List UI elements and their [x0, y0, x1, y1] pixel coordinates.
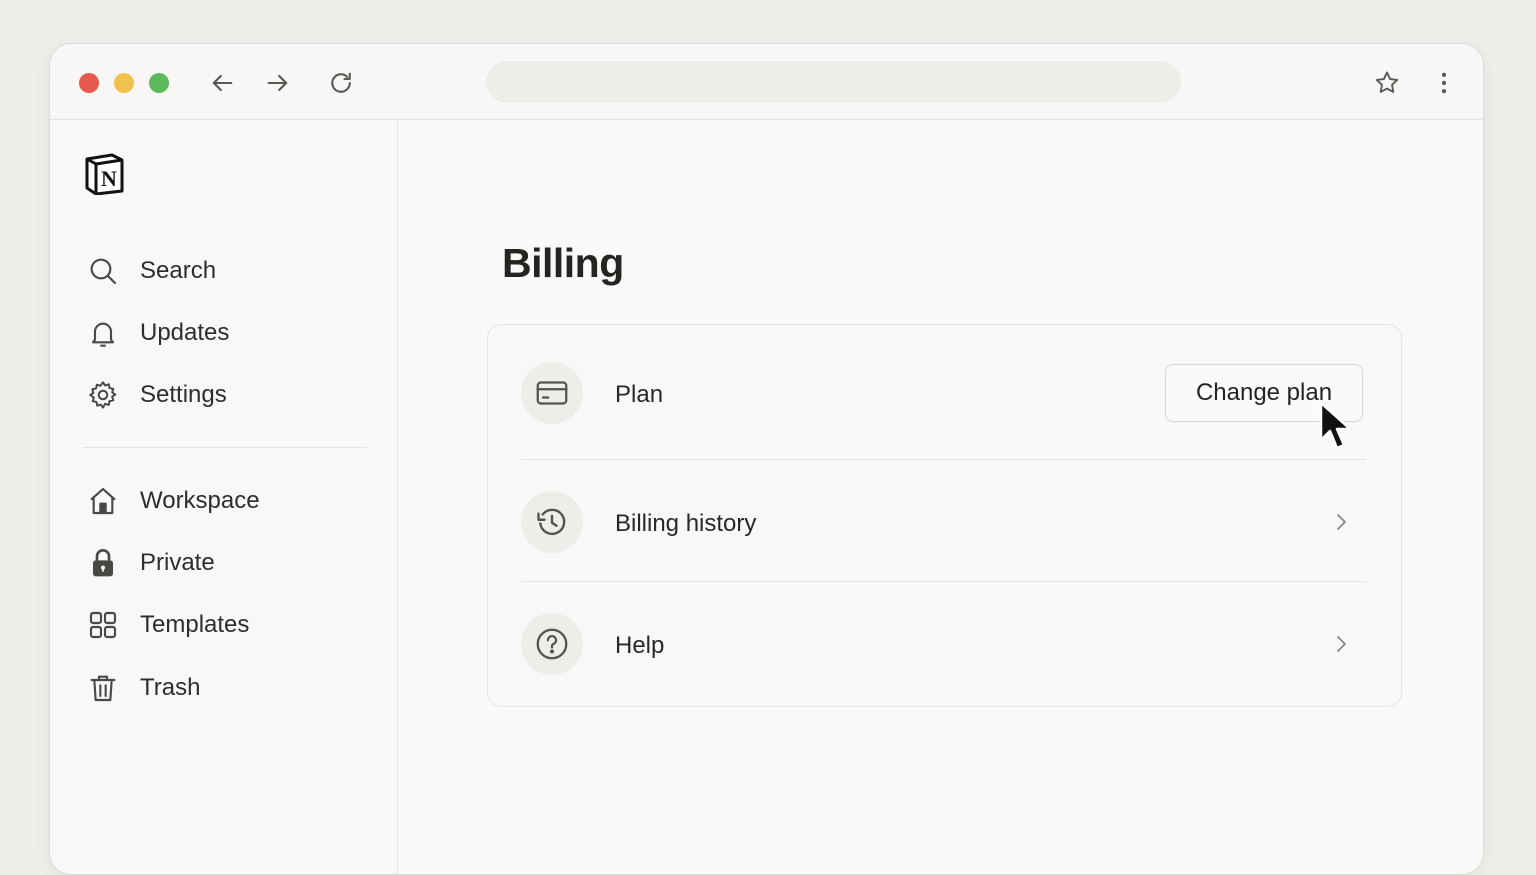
browser-window: N Search Updates Settings Workspace Priv… — [49, 43, 1484, 875]
address-bar[interactable] — [486, 61, 1181, 103]
row-label: Help — [615, 632, 665, 659]
billing-card: Plan Change plan Billing history Help — [487, 324, 1402, 707]
svg-text:N: N — [101, 166, 117, 191]
icon-badge — [521, 491, 583, 553]
sidebar-item-updates[interactable]: Updates — [80, 310, 370, 356]
bell-icon — [86, 316, 120, 350]
search-icon — [86, 254, 120, 288]
reload-button[interactable] — [326, 68, 356, 98]
star-icon — [1375, 71, 1399, 93]
sidebar-item-settings[interactable]: Settings — [80, 372, 370, 418]
row-label: Billing history — [615, 510, 757, 537]
maximize-window-button[interactable] — [149, 73, 169, 93]
minimize-window-button[interactable] — [114, 73, 134, 93]
more-vertical-icon — [1441, 72, 1447, 94]
help-icon — [536, 628, 568, 660]
close-window-button[interactable] — [79, 73, 99, 93]
bookmark-button[interactable] — [1372, 68, 1402, 98]
billing-row-history[interactable]: Billing history — [488, 462, 1401, 582]
icon-badge — [521, 362, 583, 424]
billing-row-plan: Plan Change plan — [488, 333, 1401, 453]
sidebar-item-label: Private — [140, 549, 215, 576]
back-button[interactable] — [207, 68, 237, 98]
sidebar-item-workspace[interactable]: Workspace — [80, 478, 370, 524]
gear-icon — [86, 378, 120, 412]
grid-icon — [86, 608, 120, 642]
sidebar-item-label: Templates — [140, 611, 250, 638]
credit-card-icon — [536, 381, 568, 405]
row-divider — [521, 459, 1366, 460]
browser-toolbar — [50, 44, 1483, 120]
sidebar-item-search[interactable]: Search — [80, 248, 370, 294]
arrow-left-icon — [212, 74, 233, 92]
sidebar-item-label: Trash — [140, 674, 201, 701]
chevron-right-icon — [1337, 636, 1346, 652]
row-divider — [521, 581, 1366, 582]
page-title: Billing — [502, 240, 624, 286]
reload-icon — [331, 72, 351, 93]
notion-logo[interactable]: N — [82, 151, 126, 196]
billing-row-help[interactable]: Help — [488, 584, 1401, 704]
icon-badge — [521, 613, 583, 675]
sidebar-item-label: Workspace — [140, 487, 260, 514]
more-menu-button[interactable] — [1429, 68, 1459, 98]
sidebar-item-templates[interactable]: Templates — [80, 602, 370, 648]
arrow-right-icon — [267, 74, 288, 92]
row-label: Plan — [615, 381, 664, 408]
chevron-right-icon — [1337, 514, 1346, 530]
sidebar-item-label: Updates — [140, 319, 230, 346]
sidebar-item-trash[interactable]: Trash — [80, 665, 370, 711]
trash-icon — [86, 671, 120, 705]
lock-icon — [86, 546, 120, 580]
sidebar: N Search Updates Settings Workspace Priv… — [50, 120, 398, 874]
sidebar-divider — [83, 447, 367, 448]
history-icon — [537, 508, 566, 536]
mouse-pointer-icon — [1319, 401, 1352, 450]
forward-button[interactable] — [263, 68, 293, 98]
sidebar-item-label: Settings — [140, 381, 227, 408]
sidebar-item-label: Search — [140, 257, 217, 284]
sidebar-item-private[interactable]: Private — [80, 540, 370, 586]
home-icon — [86, 484, 120, 518]
